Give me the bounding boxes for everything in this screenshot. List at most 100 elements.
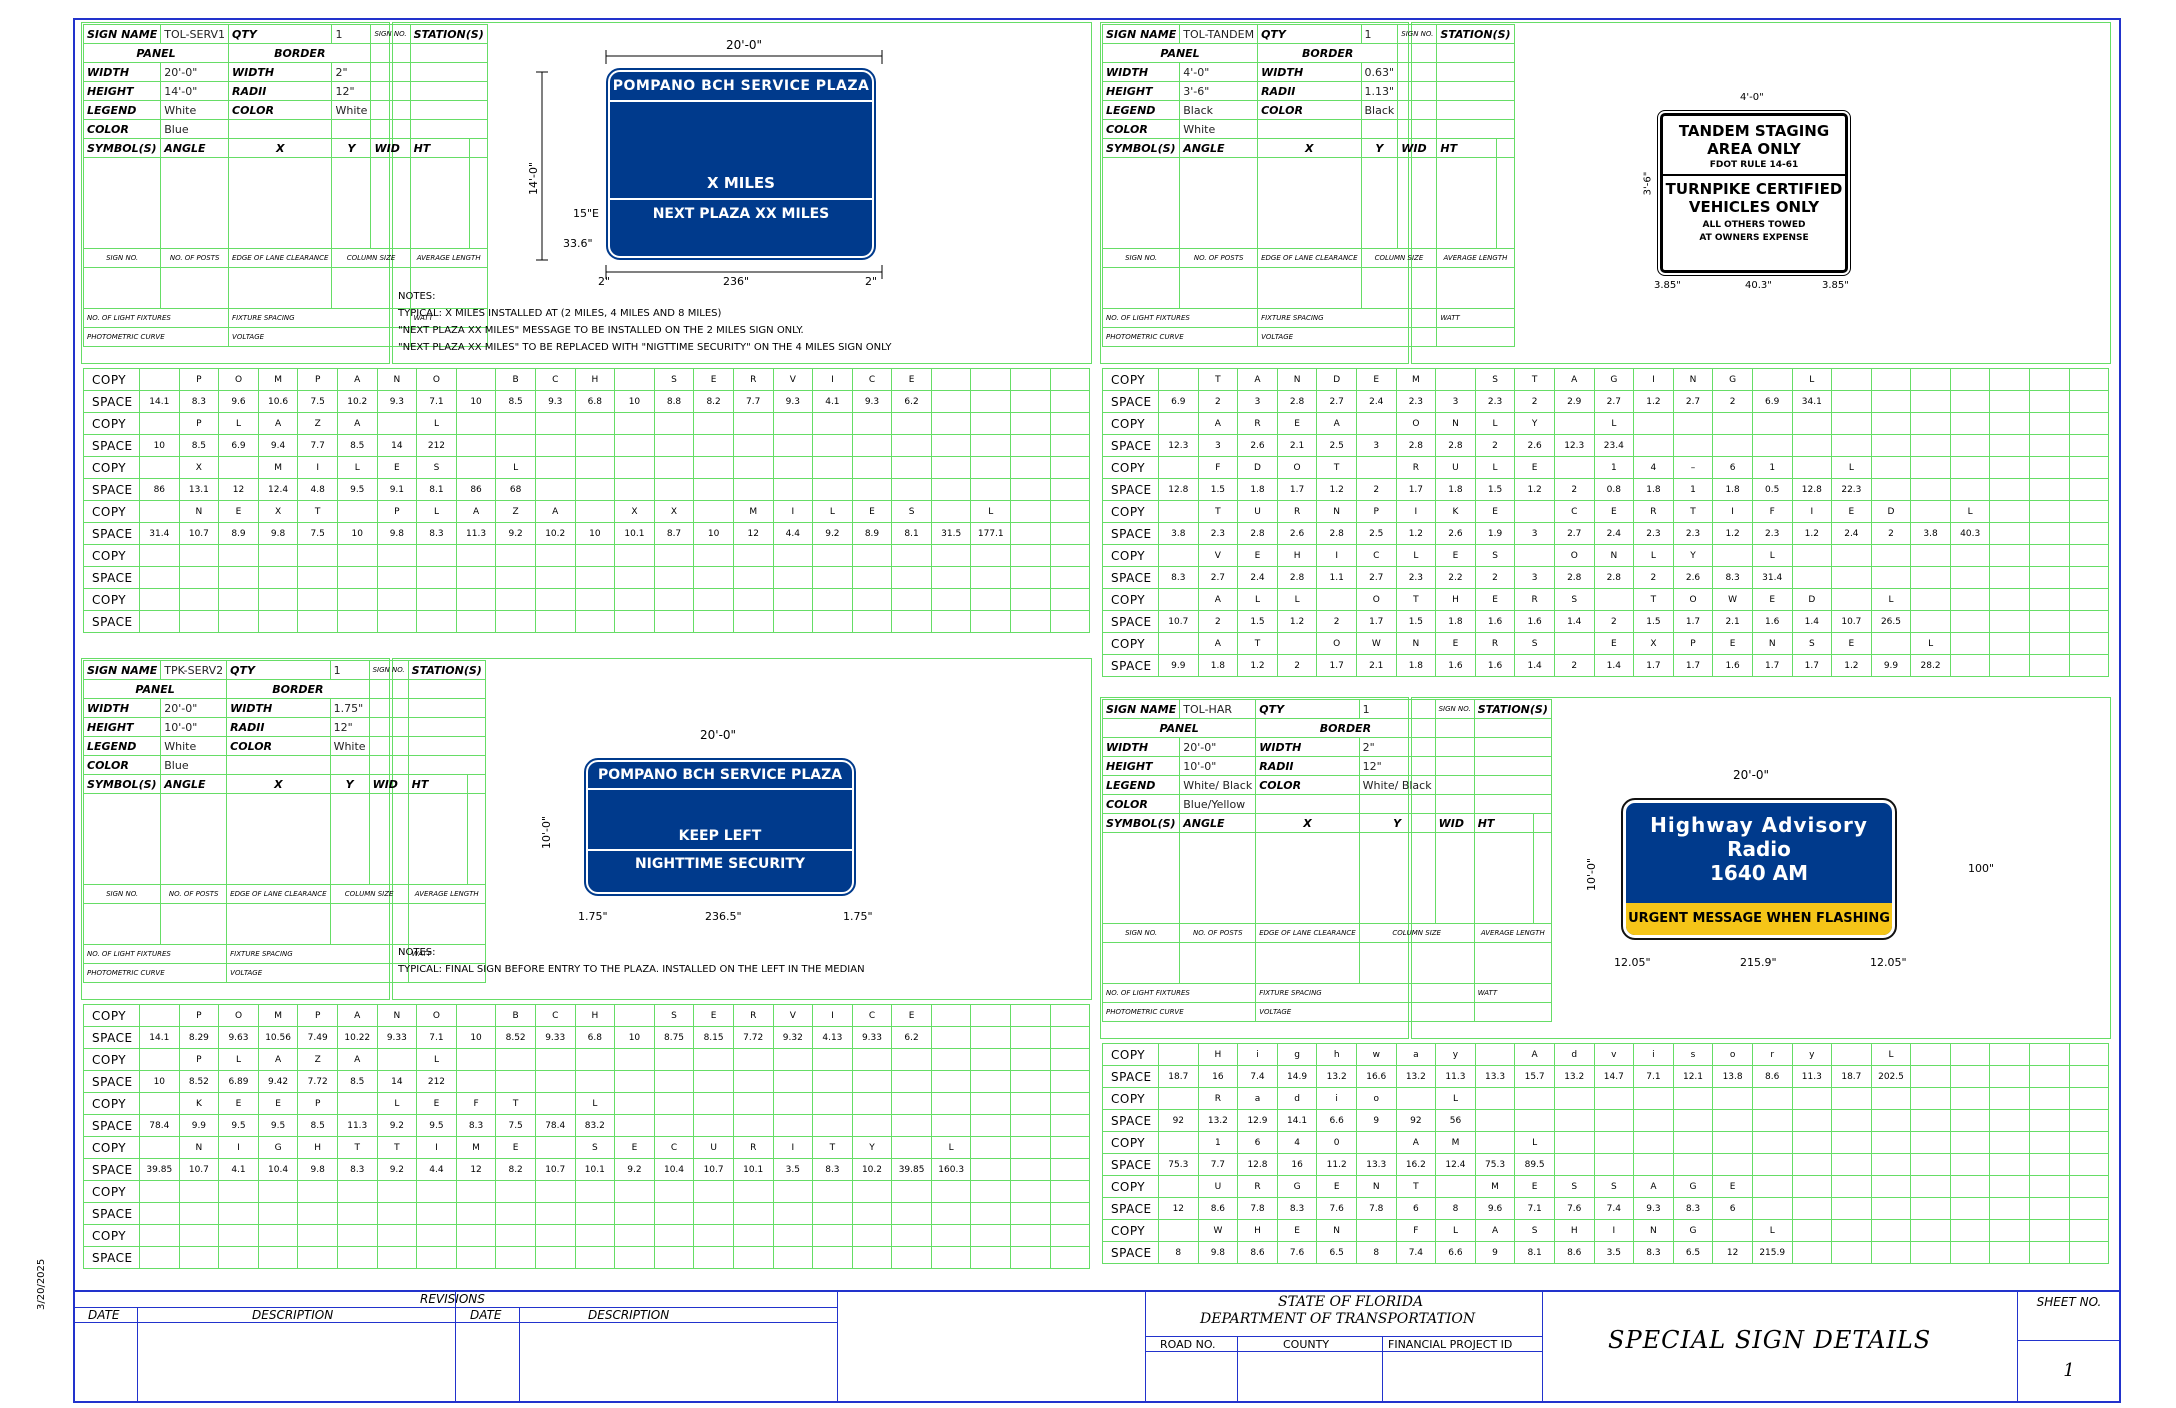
space-cell [139,1202,180,1225]
copy-cell [2068,1043,2110,1066]
qty-value: 1 [1360,24,1399,44]
copy-cell [376,1180,418,1203]
copy-cell [1158,1219,1199,1242]
space-cell [891,434,932,457]
sign2-note-0: NOTES: [398,947,436,958]
sign-name-label: SIGN NAME [1101,24,1181,44]
space-cell [1949,478,1991,501]
copy-cell [534,1092,576,1115]
space-cell: 9.2 [376,1114,418,1137]
space-cell: 8.3 [455,1114,497,1137]
copy-cell [614,1224,655,1247]
space-row: SPACE [83,1202,1091,1225]
space-row: SPACE [83,610,1091,633]
copy-cell: S [1553,588,1595,611]
copy-cell [1831,412,1872,435]
copy-cell: A [1553,368,1595,391]
copy-cell [1553,1131,1595,1154]
space-cell [891,1202,932,1225]
copy-cell: L [1751,1219,1793,1242]
space-cell: 12.3 [1553,434,1595,457]
space-cell: 8.75 [653,1026,695,1049]
height-label: HEIGHT [1101,756,1181,776]
space-cell [2068,390,2110,413]
space-cell [1514,1109,1555,1132]
color-label: COLOR [1101,794,1181,814]
space-cell: 14.1 [1276,1109,1318,1132]
space-cell: 7.8 [1237,1197,1278,1220]
copy-cell: P [297,1004,338,1027]
copy-cell [653,456,695,479]
space-cell: 8.7 [653,522,695,545]
copy-cell: L [970,500,1012,523]
average-length-label: AVERAGE LENGTH [1473,923,1552,943]
copy-cell: W [1355,632,1397,655]
space-cell: 1.6 [1474,610,1516,633]
copy-cell [732,456,774,479]
copy-cell [336,1180,378,1203]
copy-cell: L [1593,412,1635,435]
copy-cell: Z [495,500,536,523]
space-cell: 7.1 [1514,1197,1555,1220]
copy-cell: S [1474,368,1516,391]
sign3-line4: TURNPIKE CERTIFIED [1665,180,1843,198]
copy-cell: L [1870,1043,1912,1066]
space-cell: 7.4 [1593,1197,1635,1220]
copy-cell: K [178,1092,220,1115]
copy-cell [416,588,457,611]
copy-cell [139,588,180,611]
sign3-dim-r: 3.85" [1822,280,1849,291]
copy-cell [1633,1087,1674,1110]
copy-cell [495,544,536,567]
space-cell [812,434,853,457]
copy-cell [970,1180,1012,1203]
y-label: Y [329,774,370,794]
copy-cell: S [1514,632,1555,655]
space-cell: 1.5 [1237,610,1278,633]
copy-cell: S [416,456,457,479]
space-cell: 11.3 [455,522,497,545]
space-cell: 1.7 [1791,654,1833,677]
copy-cell: O [1276,456,1318,479]
sign2-panel: POMPANO BCH SERVICE PLAZA KEEP LEFT NIGH… [584,758,856,896]
space-cell: 1.7 [1355,610,1397,633]
space-cell [495,434,536,457]
panel-label: PANEL [82,679,228,699]
space-cell: 2.2 [1435,566,1476,589]
copy-cell: Y [851,1136,893,1159]
space-cell [1989,566,2031,589]
space-cell: 9.63 [218,1026,259,1049]
copy-cell [1791,456,1833,479]
copy-cell [653,1092,695,1115]
space-cell [930,1114,972,1137]
copy-cell [891,1224,932,1247]
copy-cell [1751,368,1793,391]
sign3-dim-side: 3'-6" [1642,171,1654,196]
sign-no-label: SIGN NO. [370,24,411,44]
fixtures-label: NO. OF LIGHT FIXTURES [82,308,230,328]
color-label: COLOR [82,755,162,775]
space-cell: 78.4 [139,1114,180,1137]
photometric-label: PHOTOMETRIC CURVE [82,327,230,347]
space-cell: 9.5 [257,1114,299,1137]
space-cell [1949,1109,1991,1132]
space-cell: 1.2 [1276,610,1318,633]
column-size-label: COLUMN SIZE [331,248,411,268]
space-cell: 8.52 [495,1026,536,1049]
space-cell [1791,566,1833,589]
space-cell: 2 [1474,434,1516,457]
copy-cell [1158,456,1199,479]
space-cell [1831,1241,1872,1264]
space-cell: 31.4 [139,522,180,545]
space-cell [970,1246,1012,1269]
space-cell: 75.3 [1158,1153,1199,1176]
space-cell [1010,390,1051,413]
copy-cell [2068,456,2110,479]
space-row: SPACE [83,1246,1091,1269]
color-value: White [1179,119,1259,139]
space-cell: 2.4 [1355,390,1397,413]
radii-value: 12" [331,81,372,101]
copy-cell [891,588,932,611]
copy-cell [1593,1087,1635,1110]
copy-cell [1949,588,1991,611]
